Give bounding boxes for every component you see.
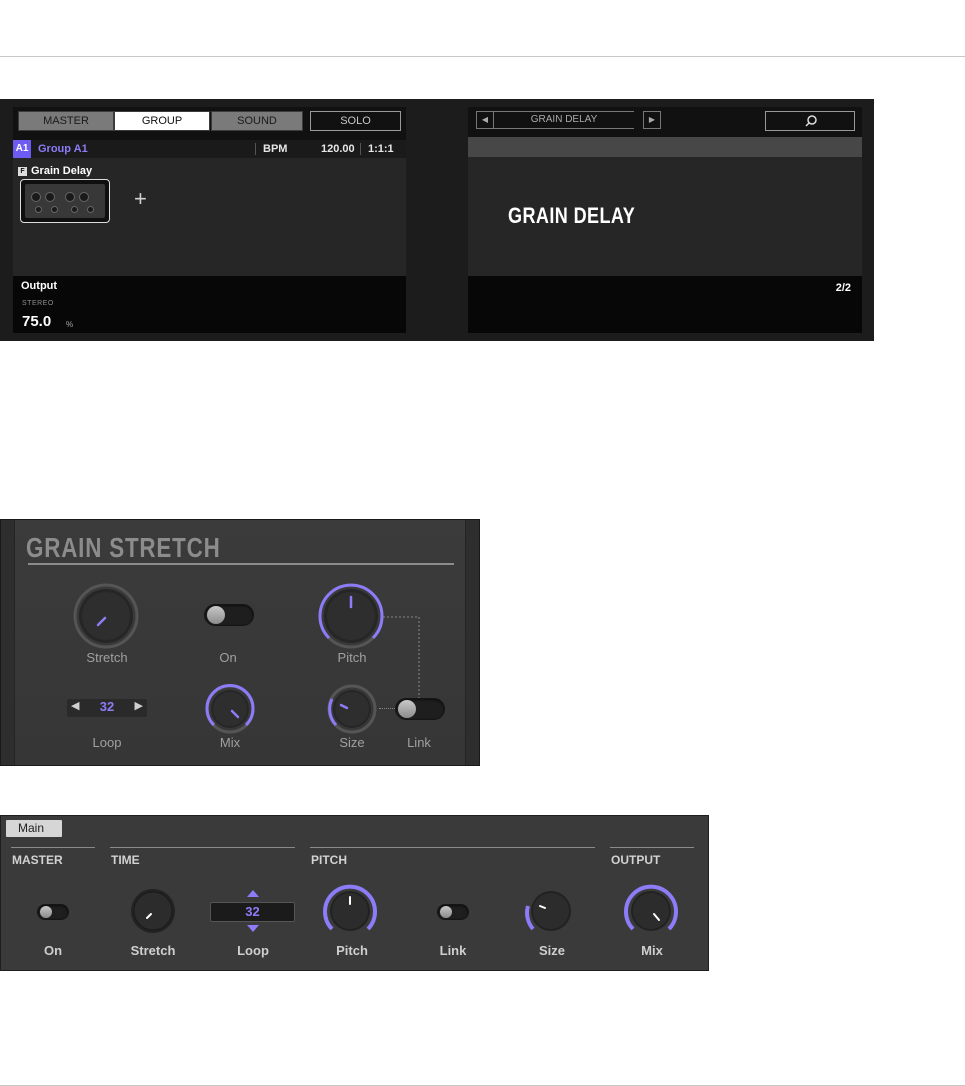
size-label: Size [339,735,365,750]
separator [360,143,361,155]
hardware-display: MASTER GROUP SOUND SOLO A1 Group A1 BPM … [0,99,874,341]
output-sublabel: STEREO [22,300,54,307]
section-master: MASTER [12,853,63,867]
mini-knob [45,192,55,202]
title-underline [28,563,454,565]
panel-edge [465,520,479,765]
output-value: 75.0 [22,313,52,330]
size-knob[interactable] [327,684,377,734]
mini-knob [79,192,89,202]
link-toggle[interactable] [437,904,469,920]
mini-knob [87,206,94,213]
plugin-thumbnail [25,184,105,218]
on-toggle[interactable] [37,904,69,920]
tab-main[interactable]: Main [6,820,62,837]
panel-edge [1,520,15,765]
section-line [610,847,694,848]
browser-title: GRAIN DELAY [494,111,634,129]
mini-knob [65,192,75,202]
mix-label: Mix [219,735,241,750]
section-output: OUTPUT [611,853,661,867]
tab-bar: MASTER GROUP SOUND SOLO [13,107,406,140]
link-label: Link [439,943,467,958]
toggle-thumb [40,906,52,918]
loop-down-icon[interactable] [247,925,259,932]
pitch-knob[interactable] [323,884,377,938]
section-line [110,847,295,848]
loop-stepper[interactable]: ◀ 32 ▶ [67,699,147,717]
stretch-label: Stretch [130,943,176,958]
on-label: On [43,943,63,958]
pitch-label: Pitch [336,943,368,958]
link-label: Link [407,735,431,750]
output-label: Output [21,280,58,292]
bpm-label: BPM [263,143,288,155]
toggle-thumb [398,700,416,718]
tab-master[interactable]: MASTER [18,111,114,131]
size-knob[interactable] [524,884,578,938]
section-line [11,847,95,848]
prev-arrow-icon[interactable]: ◀ [476,111,494,129]
on-toggle[interactable] [204,604,254,626]
bpm-value: 120.00 [321,143,355,155]
loop-up-icon[interactable] [247,890,259,897]
mini-knob [71,206,78,213]
right-footer: 2/2 [468,276,862,333]
separator [255,143,256,155]
increase-icon[interactable]: ▶ [135,699,143,712]
mini-knob [51,206,58,213]
add-plugin-icon[interactable]: + [134,186,147,212]
browser-bar: ◀ GRAIN DELAY ▶ [468,107,862,137]
plugin-big-title: GRAIN DELAY [508,203,636,228]
link-toggle[interactable] [395,698,445,720]
group-badge: A1 [13,140,31,158]
mix-knob[interactable] [624,884,678,938]
panel-title: GRAIN STRETCH [26,532,221,563]
group-name: Group A1 [38,143,88,155]
mix-knob[interactable] [205,683,255,734]
search-button[interactable] [765,111,855,131]
loop-value-box[interactable]: 32 [210,902,295,922]
stretch-knob[interactable] [129,887,177,935]
plugin-header: F Grain Delay [18,165,92,177]
stretch-knob[interactable] [73,583,139,649]
section-pitch: PITCH [311,853,347,867]
tab-group[interactable]: GROUP [114,111,210,131]
loop-label: Loop [237,943,269,958]
search-icon [805,115,817,127]
page-indicator: 2/2 [835,282,851,294]
toggle-thumb [440,906,452,918]
on-label: On [219,650,237,665]
section-time: TIME [111,853,140,867]
tab-solo[interactable]: SOLO [310,111,401,131]
section-line [310,847,595,848]
plugin-type-icon: F [18,166,27,176]
song-position: 1:1:1 [368,143,394,155]
plugin-name: Grain Delay [31,165,93,177]
plugin-strip: Main MASTER TIME PITCH OUTPUT On Stretch… [0,815,709,971]
output-unit: % [66,320,74,329]
top-rule [0,56,965,57]
stretch-label: Stretch [86,650,128,665]
toggle-thumb [207,606,225,624]
tab-sound[interactable]: SOUND [211,111,303,131]
mix-label: Mix [641,943,663,958]
plugin-slot[interactable] [20,179,110,223]
mini-knob [35,206,42,213]
grain-stretch-panel: GRAIN STRETCH Stretch On Pitch ◀ 32 ▶ Lo… [0,519,480,766]
link-dots [379,708,395,709]
output-section: Output STEREO 75.0 % [13,276,406,333]
left-screen: MASTER GROUP SOUND SOLO A1 Group A1 BPM … [13,107,406,333]
right-screen: ◀ GRAIN DELAY ▶ GRAIN DELAY 2/2 [468,107,862,333]
loop-label: Loop [92,735,122,750]
mini-knob [31,192,41,202]
size-label: Size [538,943,566,958]
group-bar: A1 Group A1 BPM 120.00 1:1:1 [13,140,406,158]
browser-strip [468,137,862,157]
pitch-label: Pitch [337,650,367,665]
pitch-knob[interactable] [318,583,384,649]
next-arrow-icon[interactable]: ▶ [643,111,661,129]
